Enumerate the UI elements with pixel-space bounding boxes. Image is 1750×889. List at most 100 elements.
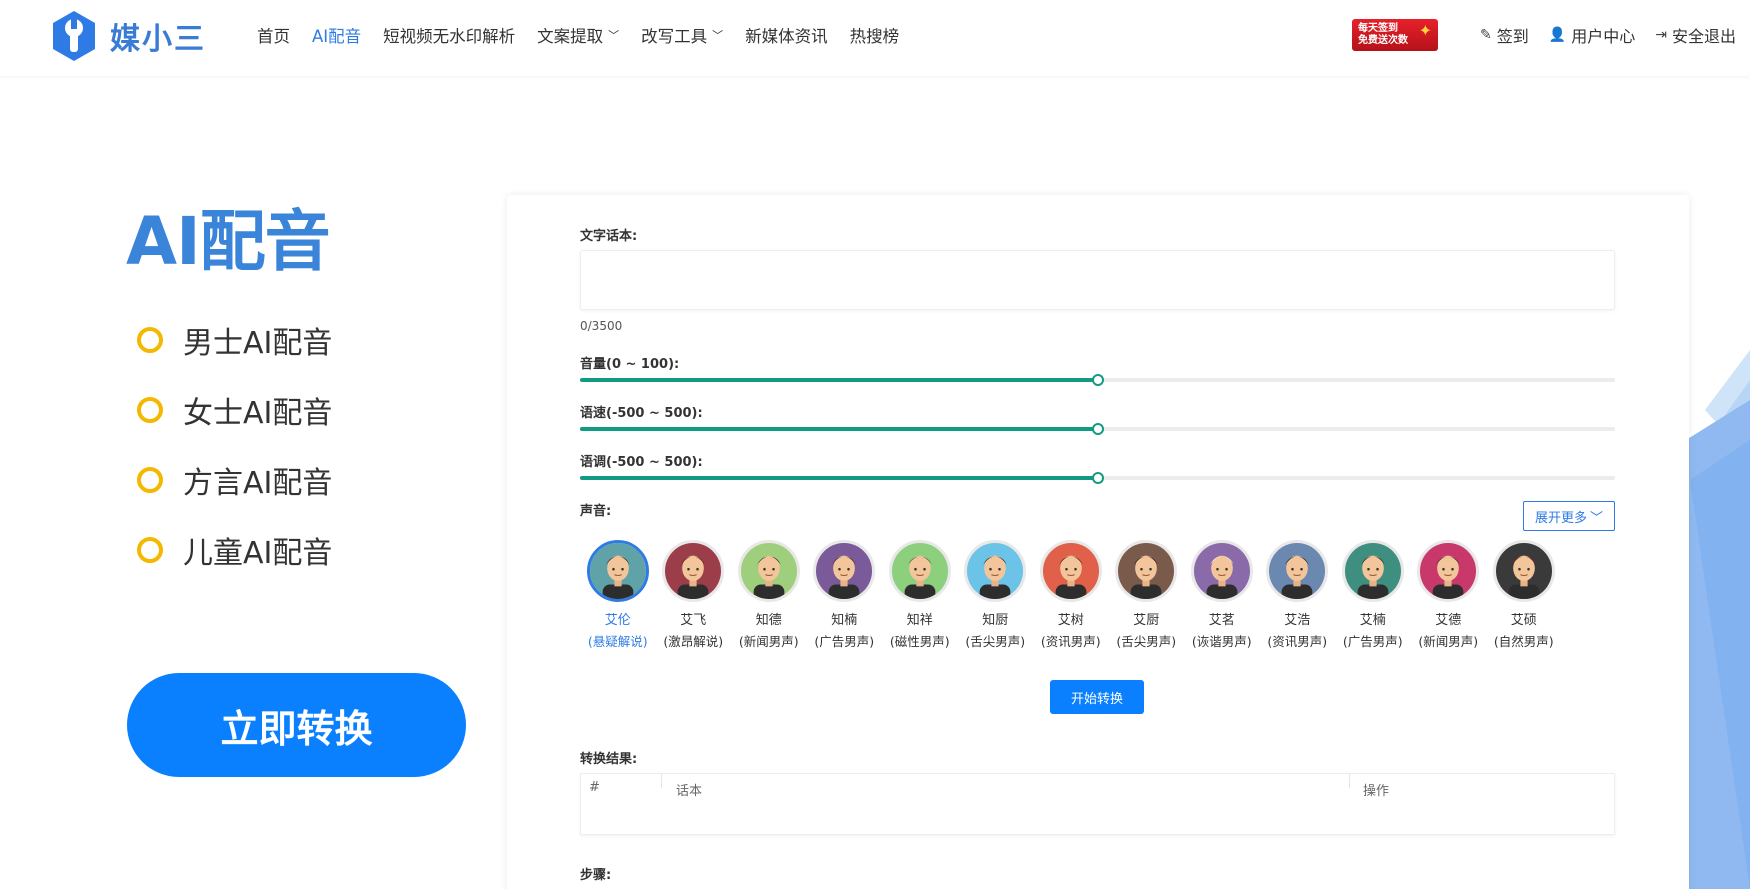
avatar-face-icon [1344,543,1401,599]
voice-description: (广告男声) [814,634,875,649]
convert-now-button[interactable]: 立即转换 [127,673,466,777]
page-title: AI配音 [126,203,331,280]
voice-option[interactable]: 艾飞 (激昂解说) [656,540,732,650]
nav-item[interactable]: AI配音 [312,23,361,47]
speed-label: 语速(-500 ~ 500): [580,406,703,421]
feature-item: 方言AI配音 [137,445,332,515]
feature-item: 儿童AI配音 [137,515,332,585]
avatar [888,540,951,602]
voice-name: 艾硕 [1510,613,1537,628]
voice-name: 艾茗 [1208,613,1235,628]
checkin-promo-badge[interactable]: 每天签到 免费送次数 ✦ [1352,19,1439,51]
slider-handle[interactable] [1091,423,1104,435]
pencil-icon: ✎ [1480,27,1492,43]
voice-option[interactable]: 艾树 (资讯男声) [1033,540,1109,650]
user-center-label: 用户中心 [1571,27,1636,46]
avatar [1039,540,1102,602]
text-script-label: 文字话本: [580,229,638,244]
voice-description: (激昂解说) [663,634,724,649]
voice-option[interactable]: 艾伦 (悬疑解说) [580,540,656,650]
avatar-face-icon [1495,543,1552,599]
char-counter: 0/3500 [580,319,623,333]
volume-slider[interactable] [580,374,1615,386]
nav-item[interactable]: 热搜榜 [850,23,900,47]
nav-item[interactable]: 新媒体资讯 [745,23,828,47]
voice-name: 艾德 [1435,613,1462,628]
slider-fill [580,476,1098,480]
nav-item[interactable]: 文案提取 ﹀ [537,23,619,47]
avatar-face-icon [967,543,1024,599]
volume-label: 音量(0 ~ 100): [580,357,680,372]
text-script-input[interactable] [580,250,1615,310]
feature-item: 男士AI配音 [137,305,332,375]
avatar-face-icon [740,543,797,599]
start-convert-button[interactable]: 开始转换 [1050,680,1144,714]
avatar [813,540,876,602]
speed-slider[interactable] [580,423,1615,435]
column-header-index: # [589,780,600,795]
avatar-face-icon [589,543,646,599]
nav-item-label: AI配音 [312,27,362,46]
header-actions: 每天签到 免费送次数 ✦ ✎ 签到 👤 用户中心 ⇥ 安全退出 [1352,0,1736,70]
voice-name: 艾厨 [1133,613,1160,628]
voice-option[interactable]: 艾德 (新闻男声) [1411,540,1487,650]
site-logo[interactable]: 媒小三 [52,10,206,62]
voice-name: 艾楠 [1359,613,1386,628]
voice-option[interactable]: 艾楠 (广告男声) [1335,540,1411,650]
steps-label: 步骤: [580,868,612,883]
nav-item-label: 新媒体资讯 [745,27,828,46]
nav-item[interactable]: 首页 [257,23,290,47]
avatar [586,540,649,602]
avatar [737,540,800,602]
voice-option[interactable]: 知楠 (广告男声) [807,540,883,650]
user-icon: 👤 [1548,27,1567,43]
avatar-face-icon [1269,543,1326,599]
nav-item-label: 首页 [257,27,290,46]
checkin-link[interactable]: ✎ 签到 [1480,23,1529,47]
column-header-script: 话本 [676,784,703,799]
slider-handle[interactable] [1091,472,1104,484]
gift-icon: ✦ [1418,21,1433,40]
avatar-face-icon [1193,543,1250,599]
expand-more-button[interactable]: 展开更多 ﹀ [1523,501,1615,531]
logout-link[interactable]: ⇥ 安全退出 [1655,23,1736,47]
ring-bullet-icon [137,537,163,563]
voice-description: (诙谐男声) [1191,634,1252,649]
avatar-face-icon [665,543,722,599]
nav-item[interactable]: 改写工具 ﹀ [641,23,723,47]
voice-description: (舌尖男声) [965,634,1026,649]
voice-option[interactable]: 艾硕 (自然男声) [1486,540,1562,650]
voice-name: 知祥 [906,613,933,628]
result-table: # 话本 操作 [580,773,1615,835]
voice-description: (广告男声) [1342,634,1403,649]
top-header: 媒小三 首页 AI配音 短视频无水印解析 文案提取 ﹀ 改写工具 ﹀ 新媒体资讯 热搜榜 每天签… [0,0,1750,76]
column-divider [1349,774,1350,788]
avatar [1266,540,1329,602]
result-label: 转换结果: [580,752,638,767]
slider-fill [580,427,1098,431]
pitch-label: 语调(-500 ~ 500): [580,455,703,470]
nav-item-label: 改写工具 [641,27,708,46]
voice-name: 知楠 [831,613,858,628]
logout-label: 安全退出 [1671,27,1736,46]
avatar [1115,540,1178,602]
avatar-face-icon [816,543,873,599]
voice-option[interactable]: 艾茗 (诙谐男声) [1184,540,1260,650]
ring-bullet-icon [137,467,163,493]
feature-item: 女士AI配音 [137,375,332,445]
voice-option[interactable]: 知祥 (磁性男声) [882,540,958,650]
feature-text: 男士AI配音 [183,326,333,361]
slider-handle[interactable] [1091,374,1104,386]
voice-option[interactable]: 知厨 (舌尖男声) [958,540,1034,650]
user-center-link[interactable]: 👤 用户中心 [1549,23,1635,47]
pitch-slider[interactable] [580,472,1615,484]
voice-option[interactable]: 艾浩 (资讯男声) [1260,540,1336,650]
nav-item[interactable]: 短视频无水印解析 [383,23,515,47]
logo-hexagon-icon [53,11,95,61]
voice-option[interactable]: 知德 (新闻男声) [731,540,807,650]
column-header-action: 操作 [1363,784,1390,799]
voice-description: (资讯男声) [1040,634,1101,649]
slider-fill [580,378,1098,382]
expand-more-label: 展开更多 [1534,510,1587,526]
voice-option[interactable]: 艾厨 (舌尖男声) [1109,540,1185,650]
